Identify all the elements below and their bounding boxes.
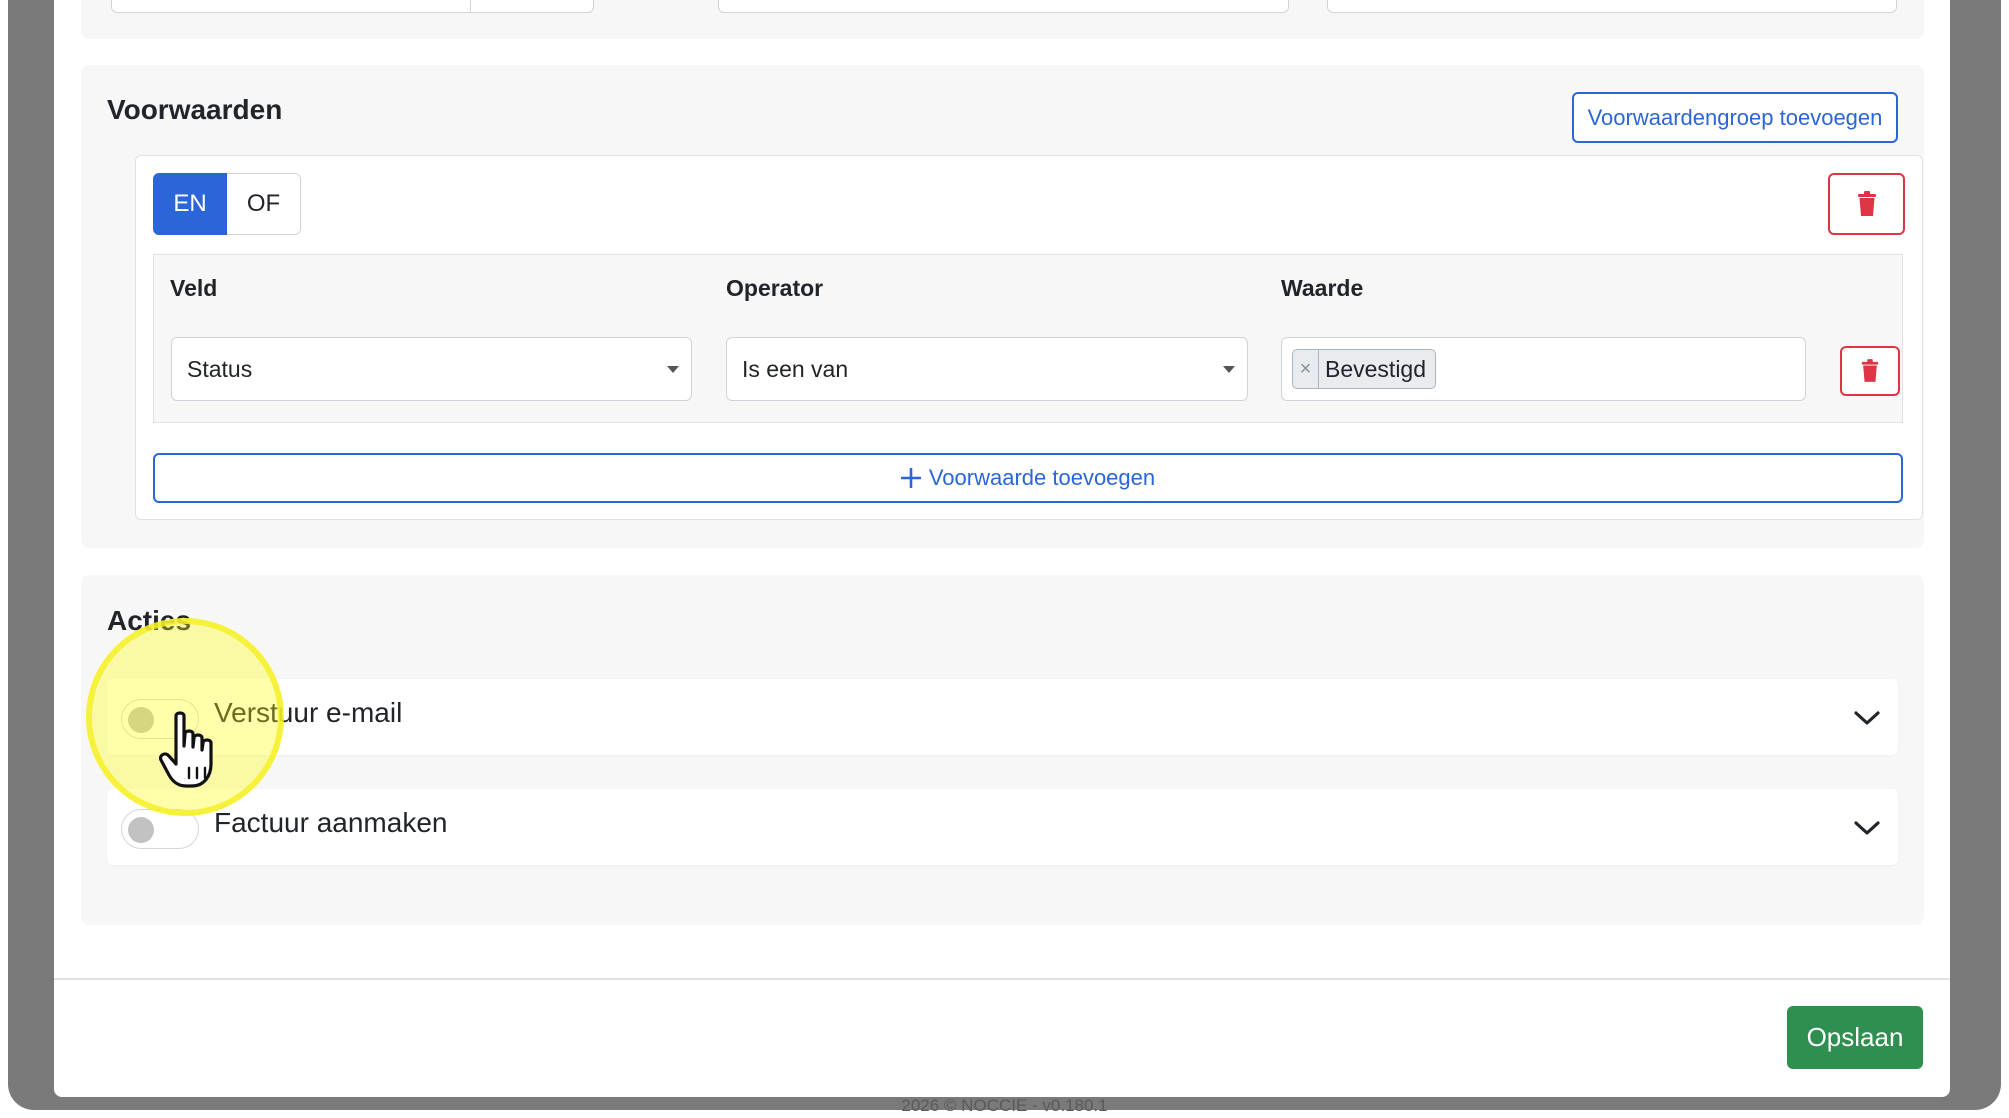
add-condition-label: Voorwaarde toevoegen [928, 465, 1156, 490]
save-button[interactable]: Opslaan [1787, 1006, 1923, 1069]
modal-footer-divider [54, 978, 1950, 980]
action-item-create-invoice[interactable]: Factuur aanmaken [107, 789, 1898, 865]
column-header-value: Waarde [1281, 275, 1364, 301]
value-tag: × Bevestigd [1292, 349, 1437, 389]
action-label: Factuur aanmaken [214, 807, 448, 838]
operator-select[interactable]: Is een van [726, 337, 1248, 401]
trash-icon [1857, 191, 1876, 216]
column-header-operator: Operator [726, 275, 824, 301]
conditions-table: Veld Operator Waarde Status Is een van × [153, 254, 1903, 423]
delete-group-button[interactable] [1828, 173, 1905, 235]
add-condition-button[interactable]: Voorwaarde toevoegen [153, 453, 1903, 503]
top-input-middle[interactable] [718, 0, 1289, 13]
table-row: Status Is een van × Bevestigd [154, 323, 1902, 422]
logic-and-button[interactable]: EN [153, 173, 227, 235]
toggle-knob [128, 817, 154, 843]
previous-section-card [81, 0, 1924, 39]
app-footer-version: 2026 © NOCCIE - v0.180.1 [901, 1096, 1108, 1115]
chevron-down-icon[interactable] [1852, 815, 1882, 839]
condition-group: EN OF Veld Operator Waarde Status Is een… [135, 155, 1923, 520]
field-select-value: Status [187, 355, 253, 382]
hand-pointer-cursor-icon [158, 711, 213, 788]
conditions-title: Voorwaarden [107, 94, 283, 125]
logic-toggle: EN OF [153, 173, 301, 235]
logic-or-button[interactable]: OF [227, 173, 301, 235]
operator-select-value: Is een van [742, 355, 849, 382]
top-input-right[interactable] [1327, 0, 1897, 13]
top-input-left-addon[interactable] [470, 0, 594, 13]
conditions-card: Voorwaarden Voorwaardengroep toevoegen E… [81, 65, 1924, 548]
column-header-field: Veld [170, 275, 218, 301]
remove-tag-icon[interactable]: × [1293, 350, 1319, 388]
chevron-down-icon[interactable] [1852, 705, 1882, 729]
trash-icon [1861, 359, 1879, 382]
plus-icon [900, 468, 921, 488]
field-select[interactable]: Status [171, 337, 692, 401]
rule-modal: Voorwaarden Voorwaardengroep toevoegen E… [54, 0, 1950, 1097]
actions-card: Acties Verstuur e-mail Factuur aanmaken [81, 575, 1924, 925]
caret-down-icon [667, 366, 679, 373]
value-tag-label: Bevestigd [1325, 355, 1427, 382]
add-condition-group-button[interactable]: Voorwaardengroep toevoegen [1572, 92, 1898, 143]
top-input-left[interactable] [111, 0, 471, 13]
delete-condition-button[interactable] [1840, 346, 1900, 396]
action-item-send-email[interactable]: Verstuur e-mail [107, 679, 1898, 755]
value-multiselect[interactable]: × Bevestigd [1281, 337, 1806, 401]
caret-down-icon [1223, 366, 1235, 373]
